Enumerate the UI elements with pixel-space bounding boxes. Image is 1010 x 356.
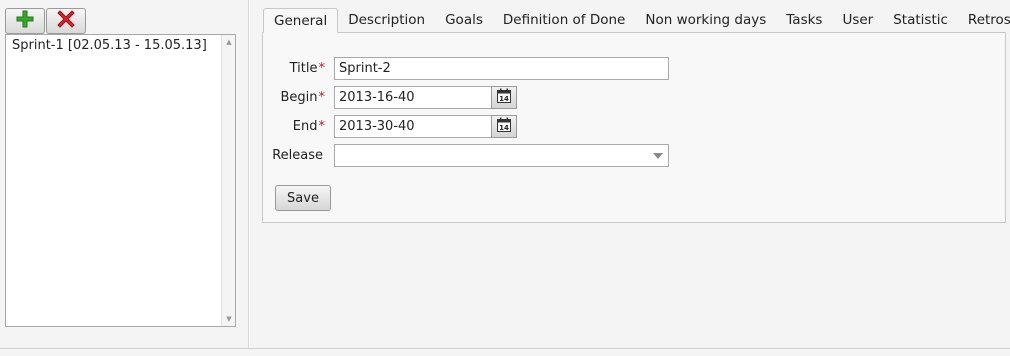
tab-goals[interactable]: Goals (435, 8, 493, 33)
scroll-down-icon[interactable]: ▼ (222, 312, 236, 326)
tab-user[interactable]: User (832, 8, 883, 33)
title-input[interactable] (334, 57, 669, 80)
tab-general[interactable]: General (263, 8, 339, 33)
end-label: End* (292, 119, 326, 134)
sprint-tabs: General Description Goals Definition of … (263, 8, 1010, 33)
sprint-list-scrollbar[interactable]: ▲ ▼ (221, 35, 235, 326)
end-date-picker-button[interactable]: 14 (491, 115, 517, 138)
begin-row: Begin* 14 (263, 86, 683, 109)
scroll-up-icon[interactable]: ▲ (222, 35, 236, 49)
add-sprint-button[interactable] (5, 8, 45, 34)
x-icon (57, 10, 75, 32)
panel-splitter[interactable] (248, 0, 250, 349)
tab-statistic[interactable]: Statistic (883, 8, 958, 33)
general-tab-panel: Title* Begin* 14 (262, 32, 1006, 223)
tab-non-working-days[interactable]: Non working days (635, 8, 776, 33)
tab-description[interactable]: Description (338, 8, 435, 33)
release-select[interactable] (334, 144, 669, 167)
required-mark: * (318, 119, 326, 134)
begin-date-input[interactable] (334, 86, 492, 109)
sprint-list[interactable]: Sprint-1 [02.05.13 - 15.05.13] ▲ ▼ (5, 34, 236, 327)
tab-definition-of-done[interactable]: Definition of Done (493, 8, 635, 33)
calendar-icon-number: 14 (499, 124, 509, 132)
begin-date-picker-button[interactable]: 14 (491, 86, 517, 109)
tab-retrospective[interactable]: Retrospective (958, 8, 1010, 33)
release-label: Release (272, 148, 323, 163)
sprint-editor: Sprint-1 [02.05.13 - 15.05.13] ▲ ▼ Gener… (0, 0, 1010, 356)
calendar-icon-number: 14 (499, 95, 509, 103)
title-label: Title* (289, 61, 326, 76)
sprint-toolbar (5, 8, 86, 34)
begin-label: Begin* (280, 90, 325, 105)
end-row: End* 14 (263, 115, 683, 138)
sprint-list-panel: Sprint-1 [02.05.13 - 15.05.13] ▲ ▼ (0, 0, 248, 349)
end-date-input[interactable] (334, 115, 492, 138)
chevron-down-icon (653, 153, 663, 159)
title-row: Title* (263, 57, 683, 80)
plus-icon (16, 10, 34, 32)
release-row: Release (263, 144, 683, 167)
required-mark: * (318, 61, 326, 76)
required-mark: * (318, 90, 326, 105)
tab-tasks[interactable]: Tasks (776, 8, 832, 33)
bottom-divider (0, 348, 1010, 349)
list-item[interactable]: Sprint-1 [02.05.13 - 15.05.13] (6, 35, 235, 53)
calendar-icon: 14 (496, 88, 512, 108)
delete-sprint-button[interactable] (46, 8, 86, 34)
calendar-icon: 14 (496, 117, 512, 137)
save-button[interactable]: Save (275, 185, 331, 211)
